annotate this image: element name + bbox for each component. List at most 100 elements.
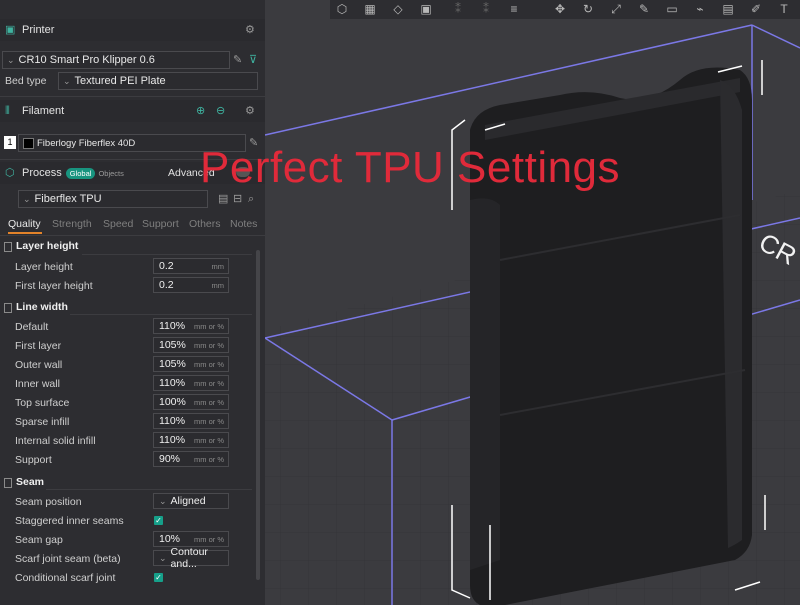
tab-speed[interactable]: Speed — [103, 218, 133, 230]
lw-support-input[interactable]: 90% mm or % — [153, 451, 229, 467]
lw-outer-wall-label: Outer wall — [15, 359, 63, 371]
global-toggle[interactable]: Global — [65, 167, 96, 179]
save-icon[interactable]: ▤ — [218, 194, 228, 205]
lw-inner-wall-value: 110% — [159, 377, 186, 389]
filament-section-header[interactable]: ⦀ Filament ⊕ ⊖ ⚙ — [0, 100, 265, 122]
staggered-inner-seams-label: Staggered inner seams — [15, 515, 124, 527]
objects-toggle[interactable]: Objects — [98, 169, 123, 178]
wifi-icon[interactable]: ⊽ — [249, 55, 257, 66]
split-parts-icon[interactable]: ⁑ — [478, 1, 494, 17]
tab-others[interactable]: Others — [189, 218, 221, 230]
chevron-down-icon: ⌄ — [7, 54, 15, 65]
paint-icon[interactable]: ✎ — [636, 1, 652, 17]
text-tool-icon[interactable]: ✐ — [748, 1, 764, 17]
lw-internal-solid-infill-input[interactable]: 110% mm or % — [153, 432, 229, 448]
tab-quality[interactable]: Quality — [8, 218, 41, 230]
top-toolbar: ⬡ ▦ ◇ ▣ ⁑ ⁑ ≡ ✥ ↻ ⤢ ✎ ▭ ⌁ ▤ ✐ T — [330, 0, 800, 19]
overlay-title: Perfect TPU Settings — [200, 143, 621, 192]
process-preset-select[interactable]: ⌄ Fiberflex TPU — [18, 190, 208, 208]
active-tab-indicator — [8, 232, 42, 234]
lw-outer-wall-input[interactable]: 105% mm or % — [153, 356, 229, 372]
seam-position-select[interactable]: ⌄ Aligned — [153, 493, 229, 509]
group-icon — [4, 478, 12, 488]
lw-default-input[interactable]: 110% mm or % — [153, 318, 229, 334]
lw-sparse-infill-input[interactable]: 110% mm or % — [153, 413, 229, 429]
remove-filament-icon[interactable]: ⊖ — [216, 106, 225, 117]
tab-strength[interactable]: Strength — [52, 218, 92, 230]
lw-inner-wall-label: Inner wall — [15, 378, 60, 390]
move-icon[interactable]: ✥ — [552, 1, 568, 17]
conditional-scarf-joint-checkbox[interactable]: ✓ — [154, 573, 163, 582]
divider — [82, 254, 252, 255]
unit-label: mm or % — [194, 340, 224, 350]
tab-notes[interactable]: Notes — [230, 218, 257, 230]
chevron-down-icon: ⌄ — [23, 193, 31, 204]
lw-support-value: 90% — [159, 453, 181, 465]
add-cube-icon[interactable]: ⬡ — [334, 1, 350, 17]
printer-preset-select[interactable]: ⌄ CR10 Smart Pro Klipper 0.6 — [2, 51, 230, 69]
compare-icon[interactable]: ⊟ — [233, 194, 242, 205]
filament-color-swatch[interactable] — [23, 137, 34, 149]
group-seam: Seam — [16, 476, 45, 488]
rotate-icon[interactable]: ↻ — [580, 1, 596, 17]
layers-icon[interactable]: ≡ — [506, 1, 522, 17]
scarf-joint-seam-label: Scarf joint seam (beta) — [15, 553, 121, 565]
first-layer-height-input[interactable]: 0.2 mm — [153, 277, 229, 293]
settings-panel: ▣ Printer ⚙ ⌄ CR10 Smart Pro Klipper 0.6… — [0, 0, 265, 605]
measure-icon[interactable]: T — [776, 1, 792, 17]
unit-label: mm or % — [194, 435, 224, 445]
printer-settings-icon[interactable]: ⚙ — [245, 25, 255, 36]
split-objects-icon[interactable]: ⁑ — [450, 1, 466, 17]
filament-settings-icon[interactable]: ⚙ — [245, 106, 255, 117]
first-layer-height-value: 0.2 — [159, 279, 174, 291]
group-line-width: Line width — [16, 301, 68, 313]
bed-type-value: Textured PEI Plate — [74, 75, 166, 87]
staggered-inner-seams-checkbox[interactable]: ✓ — [154, 516, 163, 525]
filament-section-title: Filament — [22, 105, 65, 117]
scale-icon[interactable]: ⤢ — [608, 1, 624, 17]
process-preset-value: Fiberflex TPU — [34, 193, 102, 205]
conditional-scarf-joint-label: Conditional scarf joint — [15, 572, 116, 584]
lw-sparse-infill-label: Sparse infill — [15, 416, 70, 428]
chevron-down-icon: ⌄ — [159, 552, 167, 563]
lw-default-label: Default — [15, 321, 49, 333]
unit-label: mm or % — [194, 397, 224, 407]
search-icon[interactable]: ⌕ — [248, 194, 254, 205]
process-icon: ⬡ — [5, 167, 15, 179]
add-filament-icon[interactable]: ⊕ — [196, 106, 205, 117]
orient-icon[interactable]: ◇ — [390, 1, 406, 17]
seam-gap-input[interactable]: 10% mm or % — [153, 531, 229, 547]
process-tabs: Quality Strength Speed Support Others No… — [0, 216, 265, 234]
grid-icon[interactable]: ▦ — [362, 1, 378, 17]
arrange-icon[interactable]: ▣ — [418, 1, 434, 17]
seam-gap-value: 10% — [159, 533, 181, 545]
lw-first-layer-input[interactable]: 105% mm or % — [153, 337, 229, 353]
printer-section-title: Printer — [22, 24, 55, 36]
lw-top-surface-input[interactable]: 100% mm or % — [153, 394, 229, 410]
layer-height-input[interactable]: 0.2 mm — [153, 258, 229, 274]
scarf-joint-seam-select[interactable]: ⌄ Contour and... — [153, 546, 229, 570]
cut-icon[interactable]: ▭ — [664, 1, 680, 17]
divider — [0, 96, 265, 97]
scarf-joint-seam-value: Contour and... — [170, 546, 208, 570]
lw-inner-wall-input[interactable]: 110% mm or % — [153, 375, 229, 391]
bed-type-label: Bed type — [5, 75, 47, 87]
bed-type-select[interactable]: ⌄ Textured PEI Plate — [58, 72, 258, 90]
printer-section-header[interactable]: ▣ Printer ⚙ — [0, 19, 265, 41]
seam-position-value: Aligned — [170, 495, 206, 507]
unit-label: mm or % — [194, 534, 224, 544]
group-layer-height: Layer height — [16, 240, 79, 252]
chevron-down-icon: ⌄ — [159, 495, 167, 506]
first-layer-height-label: First layer height — [15, 280, 93, 292]
tab-support[interactable]: Support — [142, 218, 179, 230]
settings-scrollbar[interactable] — [256, 250, 260, 580]
filament-slot-number[interactable]: 1 — [4, 136, 16, 149]
layer-height-value: 0.2 — [159, 260, 174, 272]
unit-label: mm or % — [194, 359, 224, 369]
seam-paint-icon[interactable]: ▤ — [720, 1, 736, 17]
chevron-down-icon: ⌄ — [63, 75, 71, 86]
edit-icon[interactable]: ✎ — [233, 55, 242, 66]
support-paint-icon[interactable]: ⌁ — [692, 1, 708, 17]
lw-first-layer-value: 105% — [159, 339, 186, 351]
unit-label: mm — [211, 280, 225, 290]
